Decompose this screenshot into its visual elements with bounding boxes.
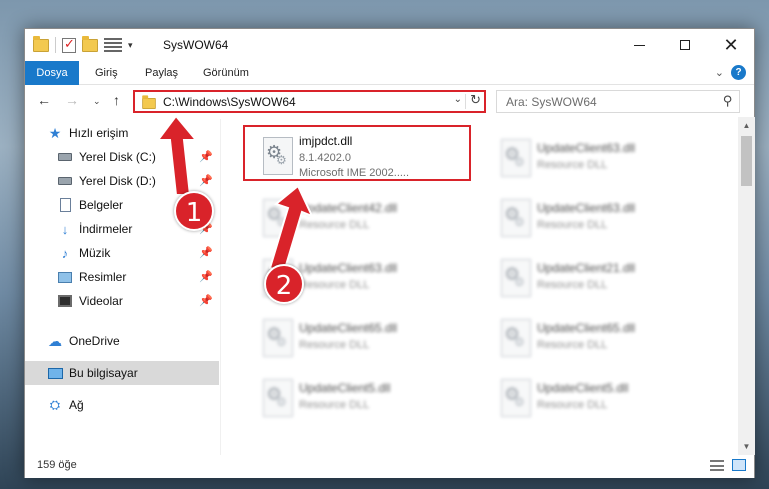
annotation-arrows [156, 114, 314, 274]
arrow-2-icon [268, 184, 314, 274]
arrow-1-icon [156, 114, 199, 196]
callout-2-badge: 2 [264, 264, 304, 304]
callout-1-badge: 1 [174, 191, 214, 231]
